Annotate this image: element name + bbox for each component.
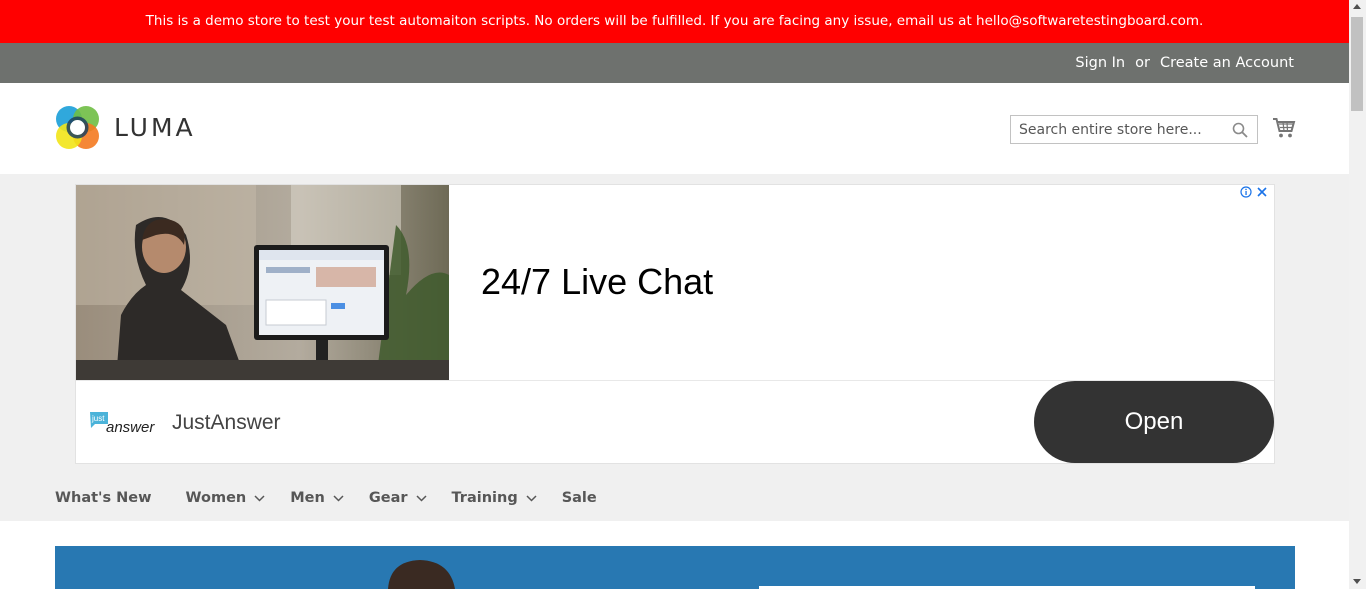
demo-store-notice-text: This is a demo store to test your test a… (145, 13, 1204, 29)
justanswer-logo-just: just (91, 414, 105, 423)
header-content: LUMA (0, 83, 1349, 174)
ad-image[interactable] (76, 185, 449, 380)
info-icon[interactable] (1240, 186, 1252, 198)
ad-and-nav-section: 24/7 Live Chat just answer JustAnswer Op… (0, 174, 1349, 521)
chevron-down-icon (415, 494, 427, 502)
main-navigation: What's New Women Men Gear Training Sale (55, 488, 622, 508)
sign-in-link[interactable]: Sign In (1075, 55, 1125, 71)
ad-brand-name[interactable]: JustAnswer (172, 411, 281, 435)
nav-item-whats-new[interactable]: What's New (55, 490, 152, 506)
luma-logo-icon (56, 106, 99, 149)
nav-item-label: Men (290, 490, 325, 506)
search-input[interactable] (1011, 116, 1237, 143)
close-icon[interactable] (1256, 186, 1268, 198)
luma-logo[interactable]: LUMA (55, 105, 196, 150)
or-separator: or (1135, 55, 1150, 71)
nav-item-label: Sale (561, 490, 597, 506)
advertisement[interactable]: 24/7 Live Chat just answer JustAnswer Op… (75, 184, 1275, 464)
vertical-scrollbar[interactable] (1349, 0, 1366, 589)
header-links: Sign In or Create an Account (1075, 43, 1294, 83)
demo-store-notice: This is a demo store to test your test a… (0, 0, 1349, 43)
nav-item-label: What's New (55, 490, 152, 506)
cart-icon[interactable] (1272, 117, 1296, 143)
search-box (1010, 115, 1258, 144)
nav-item-label: Women (185, 490, 247, 506)
nav-item-sale[interactable]: Sale (562, 490, 597, 506)
chevron-down-icon (333, 494, 344, 502)
chevron-down-icon (254, 494, 265, 502)
hero-banner[interactable] (55, 546, 1295, 589)
justanswer-logo-answer: answer (106, 419, 155, 436)
nav-item-label: Training (451, 490, 518, 506)
chevron-down-icon (526, 494, 537, 502)
nav-item-training[interactable]: Training (452, 490, 537, 506)
ad-controls (1240, 186, 1268, 198)
justanswer-logo[interactable]: just answer (90, 410, 160, 440)
create-account-link[interactable]: Create an Account (1160, 55, 1294, 71)
nav-item-women[interactable]: Women (186, 490, 266, 506)
nav-item-label: Gear (368, 490, 408, 506)
nav-item-gear[interactable]: Gear (369, 490, 427, 506)
header-panel: Sign In or Create an Account (0, 43, 1349, 83)
scroll-up-arrow-icon[interactable] (1353, 4, 1361, 9)
ad-open-button[interactable]: Open (1034, 381, 1274, 463)
scrollbar-thumb[interactable] (1351, 17, 1363, 111)
search-icon[interactable] (1232, 122, 1248, 142)
logo-text: LUMA (114, 113, 196, 142)
nav-item-men[interactable]: Men (290, 490, 344, 506)
ad-headline[interactable]: 24/7 Live Chat (481, 261, 713, 303)
scroll-down-arrow-icon[interactable] (1353, 579, 1361, 584)
page: This is a demo store to test your test a… (0, 0, 1349, 589)
